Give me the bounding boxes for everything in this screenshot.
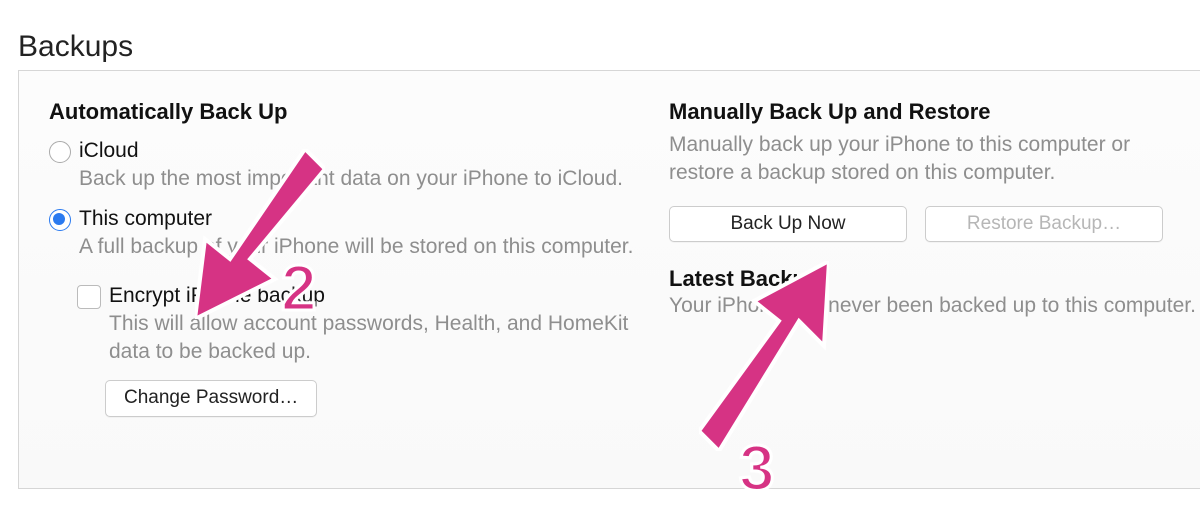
radio-icloud-label: iCloud — [79, 139, 623, 163]
latest-backup-value: Your iPhone has never been backed up to … — [669, 294, 1196, 317]
back-up-now-button[interactable]: Back Up Now — [669, 206, 907, 243]
radio-this-computer-desc: A full backup of your iPhone will be sto… — [79, 233, 633, 261]
radio-icloud-desc: Back up the most important data on your … — [79, 165, 623, 193]
radio-this-computer-label: This computer — [79, 207, 633, 231]
manual-heading: Manually Back Up and Restore — [669, 99, 1200, 125]
backups-panel: Automatically Back Up iCloud Back up the… — [18, 70, 1200, 489]
section-title: Backups — [0, 0, 1200, 74]
change-password-button[interactable]: Change Password… — [105, 380, 317, 417]
radio-this-computer-indicator — [49, 209, 71, 231]
encrypt-backup-label: Encrypt iPhone backup — [109, 284, 629, 308]
radio-icloud-indicator — [49, 141, 71, 163]
annotation-number-3: 3 — [739, 431, 775, 505]
radio-icloud[interactable]: iCloud Back up the most important data o… — [49, 139, 639, 193]
radio-this-computer[interactable]: This computer A full backup of your iPho… — [49, 207, 639, 261]
auto-backup-heading: Automatically Back Up — [49, 99, 639, 125]
restore-backup-button[interactable]: Restore Backup… — [925, 206, 1163, 243]
latest-backup-label: Latest Backup: — [669, 266, 827, 291]
encrypt-backup-desc: This will allow account passwords, Healt… — [109, 310, 629, 367]
manual-desc: Manually back up your iPhone to this com… — [669, 131, 1200, 188]
encrypt-backup-checkbox[interactable] — [77, 285, 101, 309]
